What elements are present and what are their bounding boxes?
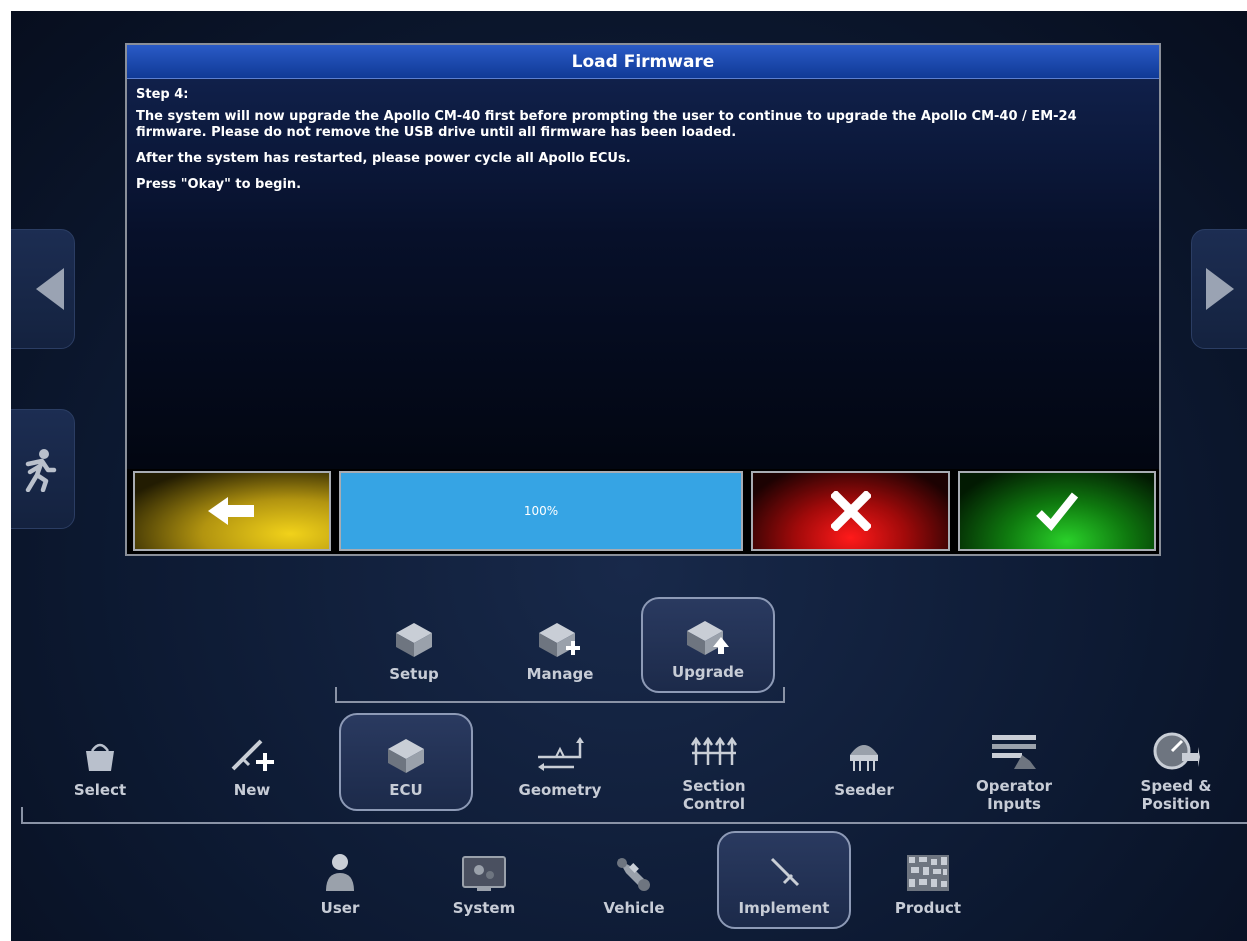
seeder-icon — [850, 745, 878, 771]
dialog-title: Load Firmware — [127, 45, 1159, 79]
nav-new-label: New — [233, 781, 271, 799]
nav-implement[interactable]: Implement — [717, 831, 851, 929]
nav-speed-position-label: Speed & Position — [1140, 777, 1212, 813]
basket-icon — [86, 743, 114, 771]
nav-right-button[interactable] — [1191, 229, 1247, 349]
nav-select-label: Select — [73, 781, 127, 799]
nav-geometry-label: Geometry — [518, 781, 602, 799]
nav-system-label: System — [452, 899, 516, 917]
nav-operator-inputs[interactable]: Operator Inputs — [955, 717, 1073, 813]
ok-button[interactable] — [958, 471, 1156, 551]
nav-vehicle-label: Vehicle — [603, 899, 665, 917]
nav-setup[interactable]: Setup — [355, 601, 473, 691]
operator-inputs-icon — [992, 735, 1036, 769]
speedometer-icon — [1153, 732, 1200, 770]
nav-manage-label: Manage — [526, 665, 594, 683]
implement-add-icon — [231, 739, 274, 771]
progress-label: 100% — [523, 504, 559, 518]
ecu-upgrade-icon — [687, 621, 729, 655]
nav-section-control-label: Section Control — [682, 777, 746, 813]
geometry-icon — [538, 737, 584, 771]
restart-note: After the system has restarted, please p… — [136, 151, 631, 166]
ecu-icon — [388, 739, 424, 773]
instruction-text: The system will now upgrade the Apollo C… — [136, 109, 1077, 140]
exit-button[interactable] — [11, 409, 75, 529]
ecu-icon — [396, 623, 432, 657]
implement-bracket-left — [21, 807, 23, 823]
dialog-body: Step 4: The system will now upgrade the … — [127, 79, 1159, 469]
nav-setup-label: Setup — [389, 665, 439, 683]
nav-product-label: Product — [894, 899, 962, 917]
chevron-right-icon — [1206, 268, 1234, 310]
section-control-icon — [690, 736, 738, 765]
nav-new[interactable]: New — [193, 717, 311, 813]
ecu-add-icon — [539, 623, 580, 657]
nav-seeder-label: Seeder — [834, 781, 894, 799]
screen: Load Firmware Step 4: The system will no… — [11, 11, 1247, 941]
nav-ecu-label: ECU — [389, 781, 423, 799]
checkmark-icon — [1036, 492, 1079, 531]
chevron-left-icon — [36, 268, 64, 310]
nav-select[interactable]: Select — [41, 717, 159, 813]
nav-manage[interactable]: Manage — [501, 601, 619, 691]
cancel-button[interactable] — [751, 471, 950, 551]
back-button[interactable] — [133, 471, 331, 551]
nav-system[interactable]: System — [425, 833, 543, 929]
nav-geometry[interactable]: Geometry — [501, 717, 619, 813]
nav-seeder[interactable]: Seeder — [805, 717, 923, 813]
nav-upgrade[interactable]: Upgrade — [641, 597, 775, 693]
arrow-left-icon — [208, 497, 254, 525]
nav-speed-position[interactable]: Speed & Position — [1111, 717, 1241, 813]
system-icon — [462, 856, 506, 891]
nav-upgrade-label: Upgrade — [671, 663, 745, 681]
nav-vehicle[interactable]: Vehicle — [575, 833, 693, 929]
nav-user[interactable]: User — [281, 833, 399, 929]
vehicle-icon — [617, 858, 650, 891]
nav-operator-inputs-label: Operator Inputs — [975, 777, 1053, 813]
nav-implement-label: Implement — [738, 899, 830, 917]
product-icon — [907, 855, 949, 891]
load-firmware-dialog: Load Firmware Step 4: The system will no… — [125, 43, 1161, 556]
user-icon — [326, 854, 354, 891]
implement-icon — [770, 857, 800, 887]
nav-section-control[interactable]: Section Control — [655, 717, 773, 813]
nav-ecu[interactable]: ECU — [339, 713, 473, 811]
step-label: Step 4: — [136, 87, 189, 102]
submenu-bracket-left — [335, 687, 337, 702]
nav-left-button[interactable] — [11, 229, 75, 349]
running-man-icon — [25, 449, 57, 492]
progress-bar: 100% — [339, 471, 743, 551]
submenu-bracket-right — [783, 687, 785, 702]
dialog-buttons: 100% — [133, 471, 1156, 551]
begin-prompt: Press "Okay" to begin. — [136, 177, 302, 192]
submenu-bracket — [335, 701, 785, 703]
nav-user-label: User — [320, 899, 360, 917]
nav-product[interactable]: Product — [869, 833, 987, 929]
implement-bracket — [21, 822, 1247, 824]
x-icon — [830, 491, 871, 531]
